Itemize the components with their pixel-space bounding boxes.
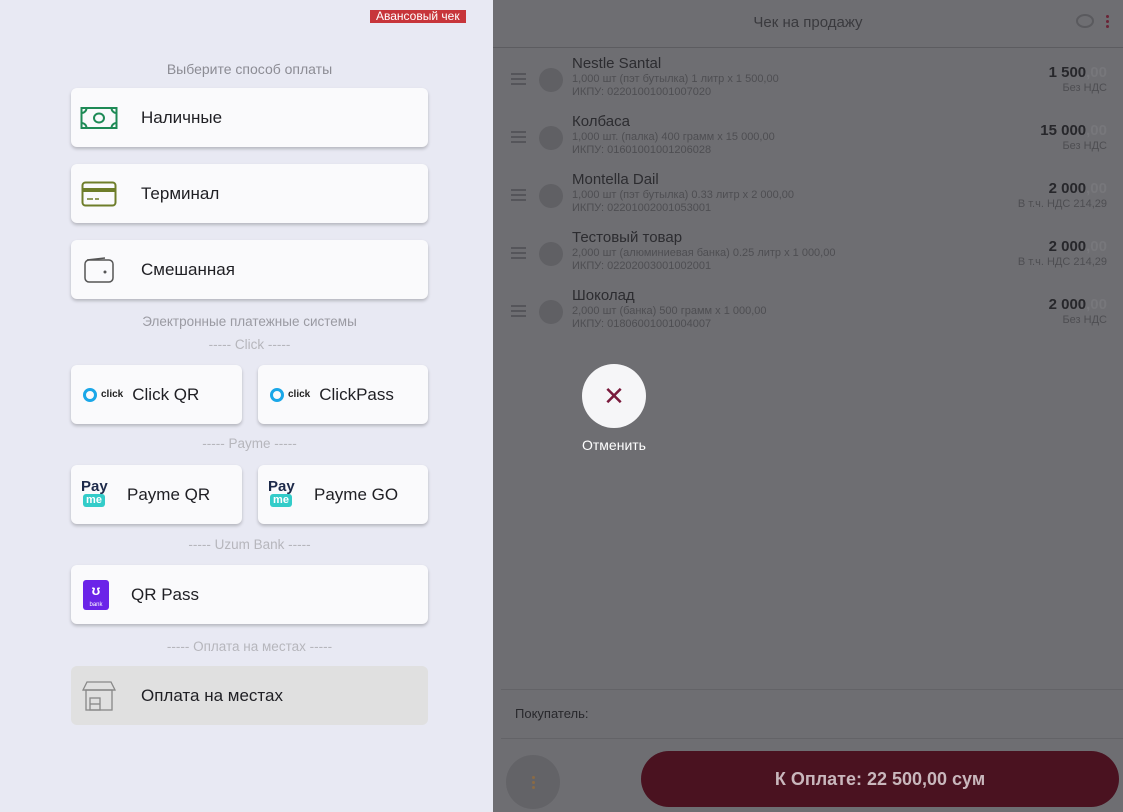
item-description: 1,000 шт. (палка) 400 грамм x 15 000,00 — [572, 131, 775, 143]
receipt-title: Чек на продажу — [753, 14, 863, 31]
qr-pass-button[interactable]: ʊ bank QR Pass — [71, 565, 428, 624]
payme-logo-icon: Pay me — [268, 477, 295, 507]
item-ikpu: ИКПУ: 01601001001206028 — [572, 144, 712, 156]
receipt-item-row[interactable]: Тестовый товар 2,000 шт (алюминиевая банк… — [493, 229, 1123, 287]
item-sum: 2 000,00 — [1048, 238, 1107, 255]
item-ikpu: ИКПУ: 02202003001002001 — [572, 260, 712, 272]
item-sum: 15 000,00 — [1040, 122, 1107, 139]
item-ikpu: ИКПУ: 02201001001007020 — [572, 86, 712, 98]
item-avatar — [539, 242, 563, 266]
payment-method-panel: Авансовый чек Выберите способ оплаты Нал… — [0, 0, 493, 812]
receipt-item-row[interactable]: Nestle Santal 1,000 шт (пэт бутылка) 1 ли… — [493, 55, 1123, 113]
item-description: 2,000 шт (алюминиевая банка) 0.25 литр x… — [572, 247, 836, 259]
item-name: Montella Dail — [572, 171, 659, 188]
item-description: 1,000 шт (пэт бутылка) 0.33 литр x 2 000… — [572, 189, 795, 201]
store-icon — [79, 680, 119, 711]
item-avatar — [539, 184, 563, 208]
item-ikpu: ИКПУ: 02201002001053001 — [572, 202, 712, 214]
mixed-button[interactable]: Смешанная — [71, 240, 428, 299]
clickpass-label: ClickPass — [319, 384, 394, 404]
onsite-payment-button[interactable]: Оплата на местах — [71, 666, 428, 725]
buyer-field[interactable]: Покупатель: — [501, 689, 1123, 739]
wallet-icon — [79, 255, 119, 285]
item-avatar — [539, 300, 563, 324]
item-tax: В т.ч. НДС 214,29 — [1017, 256, 1107, 268]
drag-handle-icon[interactable] — [511, 247, 526, 262]
item-tax: Без НДС — [1062, 140, 1107, 152]
more-vertical-icon — [531, 775, 535, 789]
more-options-button[interactable] — [506, 755, 560, 809]
pay-button[interactable]: К Оплате: 22 500,00 сум — [641, 751, 1119, 807]
item-sum: 1 500,00 — [1048, 64, 1107, 81]
click-qr-button[interactable]: click Click QR — [71, 365, 242, 424]
drag-handle-icon[interactable] — [511, 305, 526, 320]
cash-label: Наличные — [141, 107, 223, 127]
payme-qr-button[interactable]: Pay me Payme QR — [71, 465, 242, 524]
item-description: 2,000 шт (банка) 500 грамм x 1 000,00 — [572, 305, 767, 317]
item-sum: 2 000,00 — [1048, 296, 1107, 313]
payme-go-button[interactable]: Pay me Payme GO — [258, 465, 428, 524]
item-tax: В т.ч. НДС 214,29 — [1017, 198, 1107, 210]
sale-receipt-panel: Чек на продажу Nestle Santal 1,000 шт (пэ… — [493, 0, 1123, 812]
chat-icon[interactable] — [1076, 14, 1094, 28]
click-section-label: ----- Click ----- — [208, 337, 291, 352]
cash-icon — [79, 103, 119, 133]
receipt-item-row[interactable]: Шоколад 2,000 шт (банка) 500 грамм x 1 00… — [493, 287, 1123, 345]
item-description: 1,000 шт (пэт бутылка) 1 литр x 1 500,00 — [572, 73, 779, 85]
mixed-label: Смешанная — [141, 259, 235, 279]
uzum-bank-logo-icon: ʊ bank — [83, 579, 109, 610]
click-qr-label: Click QR — [132, 384, 200, 404]
buyer-label: Покупатель: — [515, 706, 589, 721]
drag-handle-icon[interactable] — [511, 73, 526, 88]
terminal-button[interactable]: Терминал — [71, 164, 428, 223]
click-logo-icon: click — [270, 387, 310, 402]
item-name: Тестовый товар — [572, 229, 683, 246]
item-tax: Без НДС — [1062, 82, 1107, 94]
item-name: Шоколад — [572, 287, 635, 304]
credit-card-icon — [79, 179, 119, 209]
item-sum: 2 000,00 — [1048, 180, 1107, 197]
payme-logo-icon: Pay me — [81, 477, 108, 507]
payme-qr-label: Payme QR — [127, 484, 211, 504]
item-avatar — [539, 68, 563, 92]
qr-pass-label: QR Pass — [131, 584, 200, 604]
onsite-payment-label: Оплата на местах — [141, 685, 283, 705]
onsite-section-label: ----- Оплата на местах ----- — [166, 639, 333, 654]
advance-receipt-tag: Авансовый чек — [370, 10, 466, 23]
cancel-label: Отменить — [582, 437, 646, 453]
drag-handle-icon[interactable] — [511, 131, 526, 146]
item-ikpu: ИКПУ: 01806001001004007 — [572, 318, 712, 330]
item-name: Колбаса — [572, 113, 630, 130]
receipt-item-row[interactable]: Montella Dail 1,000 шт (пэт бутылка) 0.33… — [493, 171, 1123, 229]
terminal-label: Терминал — [141, 183, 220, 203]
cash-button[interactable]: Наличные — [71, 88, 428, 147]
clickpass-button[interactable]: click ClickPass — [258, 365, 428, 424]
item-name: Nestle Santal — [572, 55, 662, 72]
receipt-item-row[interactable]: Колбаса 1,000 шт. (палка) 400 грамм x 15 … — [493, 113, 1123, 171]
item-tax: Без НДС — [1062, 314, 1107, 326]
click-logo-icon: click — [83, 387, 123, 402]
item-avatar — [539, 126, 563, 150]
more-vertical-icon[interactable] — [1106, 14, 1109, 28]
choose-payment-title: Выберите способ оплаты — [166, 61, 333, 77]
drag-handle-icon[interactable] — [511, 189, 526, 204]
payme-go-label: Payme GO — [314, 484, 399, 504]
cancel-button[interactable]: ✕ — [582, 364, 646, 428]
uzum-section-label: ----- Uzum Bank ----- — [188, 537, 311, 552]
header-divider — [493, 47, 1123, 48]
payme-section-label: ----- Payme ----- — [202, 436, 297, 451]
close-icon: ✕ — [603, 380, 625, 411]
eps-title: Электронные платежные системы — [142, 314, 357, 329]
